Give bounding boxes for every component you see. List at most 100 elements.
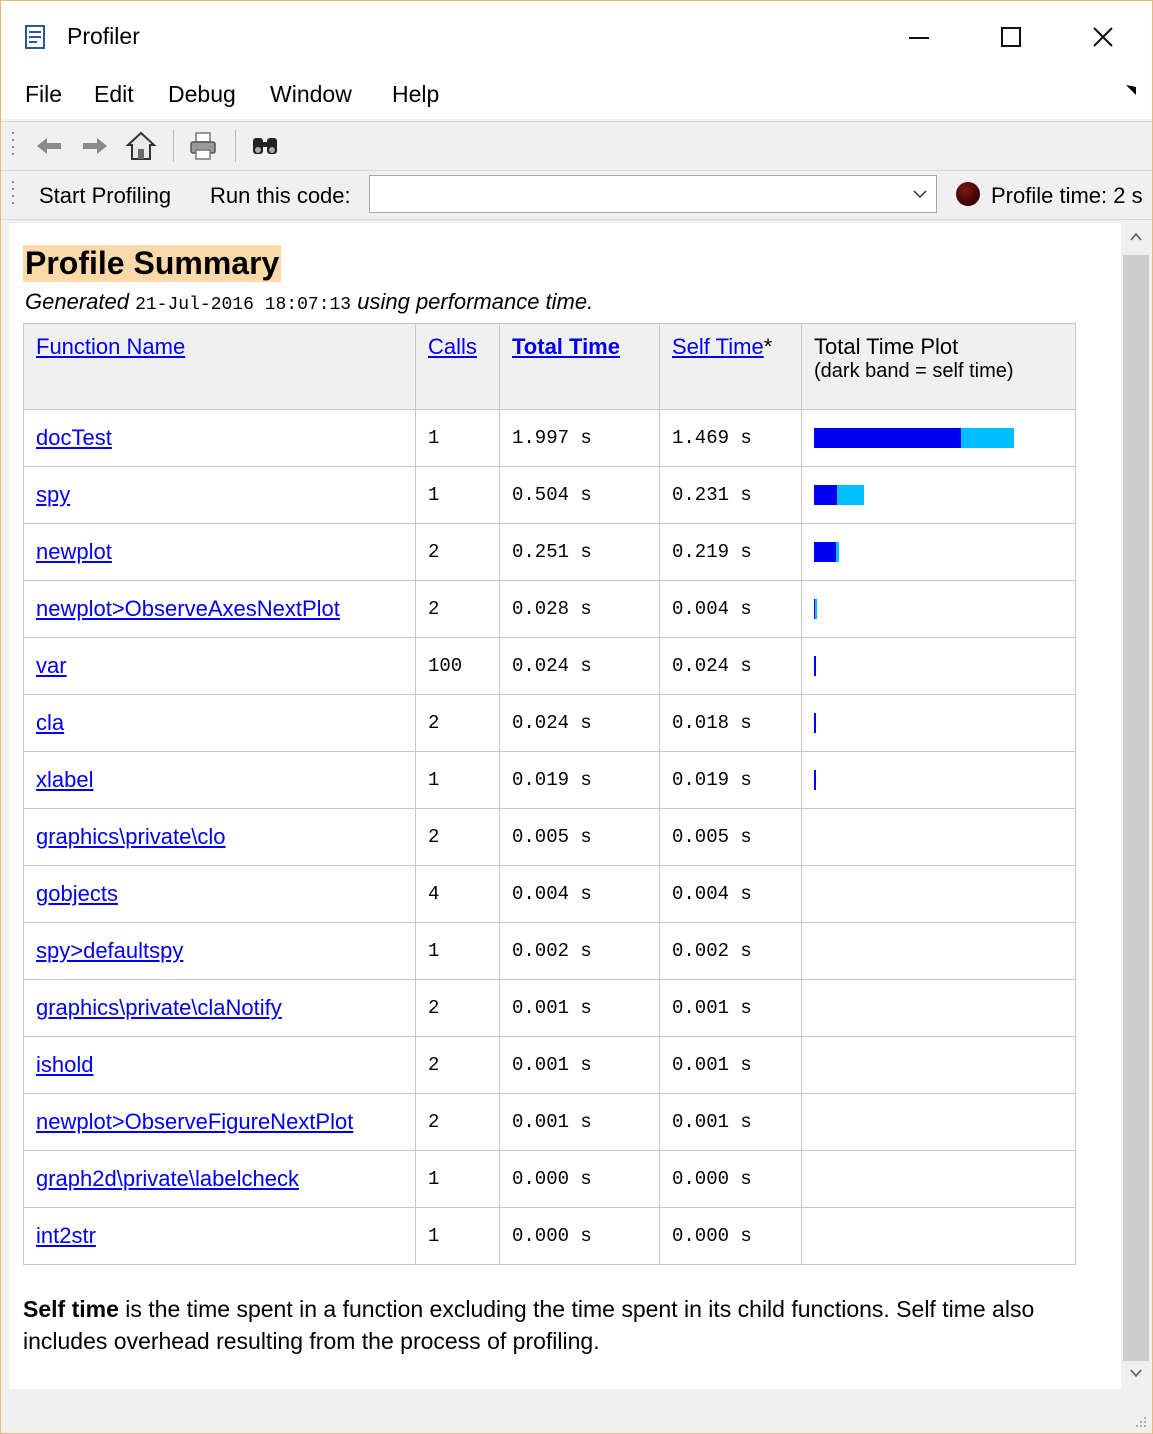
cell-total-time: 0.024 s bbox=[499, 694, 660, 752]
home-icon[interactable] bbox=[125, 130, 157, 162]
cell-time-plot bbox=[801, 637, 1076, 695]
cell-calls: 1 bbox=[415, 409, 500, 467]
function-link[interactable]: docTest bbox=[36, 425, 112, 450]
chevron-down-icon[interactable] bbox=[912, 182, 928, 206]
cell-calls: 2 bbox=[415, 1036, 500, 1094]
menu-edit[interactable]: Edit bbox=[94, 81, 134, 108]
run-code-input[interactable] bbox=[376, 176, 900, 212]
function-link[interactable]: graphics\private\clo bbox=[36, 824, 226, 849]
menu-help[interactable]: Help bbox=[392, 81, 439, 108]
cell-calls: 2 bbox=[415, 808, 500, 866]
toolbar-grip-icon[interactable] bbox=[11, 130, 15, 162]
cell-time-plot bbox=[801, 1093, 1076, 1151]
time-plot bbox=[814, 1226, 1054, 1246]
table-row: spy 1 0.504 s 0.231 s bbox=[23, 466, 1076, 524]
cell-total-time: 0.005 s bbox=[499, 808, 660, 866]
function-link[interactable]: cla bbox=[36, 710, 64, 735]
cell-total-time: 0.002 s bbox=[499, 922, 660, 980]
cell-total-time: 0.000 s bbox=[499, 1150, 660, 1208]
forward-icon[interactable] bbox=[79, 130, 111, 162]
cell-function-name: newplot>ObserveAxesNextPlot bbox=[23, 580, 416, 638]
print-icon[interactable] bbox=[187, 130, 219, 162]
table-row: gobjects 4 0.004 s 0.004 s bbox=[23, 865, 1076, 923]
cell-function-name: spy>defaultspy bbox=[23, 922, 416, 980]
cell-calls: 2 bbox=[415, 979, 500, 1037]
time-plot bbox=[814, 1169, 1054, 1189]
cell-function-name: var bbox=[23, 637, 416, 695]
run-this-code-label: Run this code: bbox=[210, 183, 351, 208]
scroll-thumb[interactable] bbox=[1123, 255, 1149, 1361]
cell-total-time: 0.251 s bbox=[499, 523, 660, 581]
time-plot bbox=[814, 1112, 1054, 1132]
vertical-scrollbar[interactable] bbox=[1121, 223, 1151, 1389]
table-body: docTest 1 1.997 s 1.469 s spy 1 0.504 s 0.231 s… bbox=[23, 409, 1076, 1265]
cell-function-name: docTest bbox=[23, 409, 416, 467]
minimize-button[interactable] bbox=[883, 9, 955, 65]
scroll-up-button[interactable] bbox=[1121, 223, 1151, 253]
scroll-down-button[interactable] bbox=[1121, 1359, 1151, 1389]
run-code-combobox[interactable] bbox=[369, 175, 937, 213]
cell-time-plot bbox=[801, 979, 1076, 1037]
toolbar-separator bbox=[173, 130, 174, 162]
resize-grip-icon[interactable] bbox=[1130, 1411, 1148, 1429]
plot-header-title: Total Time Plot bbox=[814, 334, 959, 359]
function-link[interactable]: graphics\private\claNotify bbox=[36, 995, 282, 1020]
function-link[interactable]: newplot>ObserveFigureNextPlot bbox=[36, 1109, 353, 1134]
cell-total-time: 0.024 s bbox=[499, 637, 660, 695]
cell-calls: 1 bbox=[415, 466, 500, 524]
function-link[interactable]: ishold bbox=[36, 1052, 93, 1077]
sort-by-total-time-link[interactable]: Total Time bbox=[512, 334, 620, 359]
cell-function-name: newplot>ObserveFigureNextPlot bbox=[23, 1093, 416, 1151]
find-icon[interactable] bbox=[249, 130, 281, 162]
generated-suffix: using performance time. bbox=[351, 289, 594, 314]
maximize-button[interactable] bbox=[975, 9, 1047, 65]
cell-self-time: 0.000 s bbox=[659, 1150, 802, 1208]
function-link[interactable]: graph2d\private\labelcheck bbox=[36, 1166, 299, 1191]
start-profiling-button[interactable]: Start Profiling bbox=[39, 183, 171, 209]
cell-self-time: 1.469 s bbox=[659, 409, 802, 467]
back-icon[interactable] bbox=[33, 130, 65, 162]
sort-by-function-name-link[interactable]: Function Name bbox=[36, 334, 185, 359]
function-link[interactable]: newplot>ObserveAxesNextPlot bbox=[36, 596, 340, 621]
time-plot bbox=[814, 827, 1054, 847]
sort-by-calls-link[interactable]: Calls bbox=[428, 334, 477, 359]
table-row: var 100 0.024 s 0.024 s bbox=[23, 637, 1076, 695]
function-link[interactable]: spy>defaultspy bbox=[36, 938, 183, 963]
table-row: graph2d\private\labelcheck 1 0.000 s 0.000 … bbox=[23, 1150, 1076, 1208]
self-time-bar bbox=[814, 713, 816, 733]
function-link[interactable]: int2str bbox=[36, 1223, 96, 1248]
close-button[interactable] bbox=[1067, 9, 1139, 65]
cell-function-name: graphics\private\clo bbox=[23, 808, 416, 866]
cell-function-name: gobjects bbox=[23, 865, 416, 923]
chevron-up-icon bbox=[1130, 232, 1142, 241]
header-function-name: Function Name bbox=[23, 323, 416, 410]
function-link[interactable]: gobjects bbox=[36, 881, 118, 906]
menu-file[interactable]: File bbox=[25, 81, 62, 108]
menu-debug[interactable]: Debug bbox=[168, 81, 236, 108]
table-row: int2str 1 0.000 s 0.000 s bbox=[23, 1207, 1076, 1265]
profiler-app-icon bbox=[25, 25, 45, 49]
cell-time-plot bbox=[801, 1150, 1076, 1208]
menu-window[interactable]: Window bbox=[270, 81, 352, 108]
cell-self-time: 0.018 s bbox=[659, 694, 802, 752]
cell-total-time: 0.504 s bbox=[499, 466, 660, 524]
time-plot bbox=[814, 998, 1054, 1018]
toolbar-grip-icon[interactable] bbox=[11, 179, 15, 211]
function-link[interactable]: spy bbox=[36, 482, 70, 507]
cell-self-time: 0.004 s bbox=[659, 580, 802, 638]
cell-total-time: 0.001 s bbox=[499, 979, 660, 1037]
undock-arrow-icon[interactable] bbox=[1124, 83, 1138, 97]
cell-total-time: 1.997 s bbox=[499, 409, 660, 467]
self-time-footnote: Self time is the time spent in a functio… bbox=[23, 1293, 1083, 1357]
cell-time-plot bbox=[801, 1036, 1076, 1094]
cell-function-name: spy bbox=[23, 466, 416, 524]
function-link[interactable]: xlabel bbox=[36, 767, 93, 792]
header-self-time: Self Time* bbox=[659, 323, 802, 410]
cell-time-plot bbox=[801, 922, 1076, 980]
time-plot bbox=[814, 542, 1054, 562]
function-link[interactable]: newplot bbox=[36, 539, 112, 564]
total-time-bar bbox=[814, 599, 817, 619]
sort-by-self-time-link[interactable]: Self Time bbox=[672, 334, 764, 359]
time-plot bbox=[814, 485, 1054, 505]
function-link[interactable]: var bbox=[36, 653, 67, 678]
